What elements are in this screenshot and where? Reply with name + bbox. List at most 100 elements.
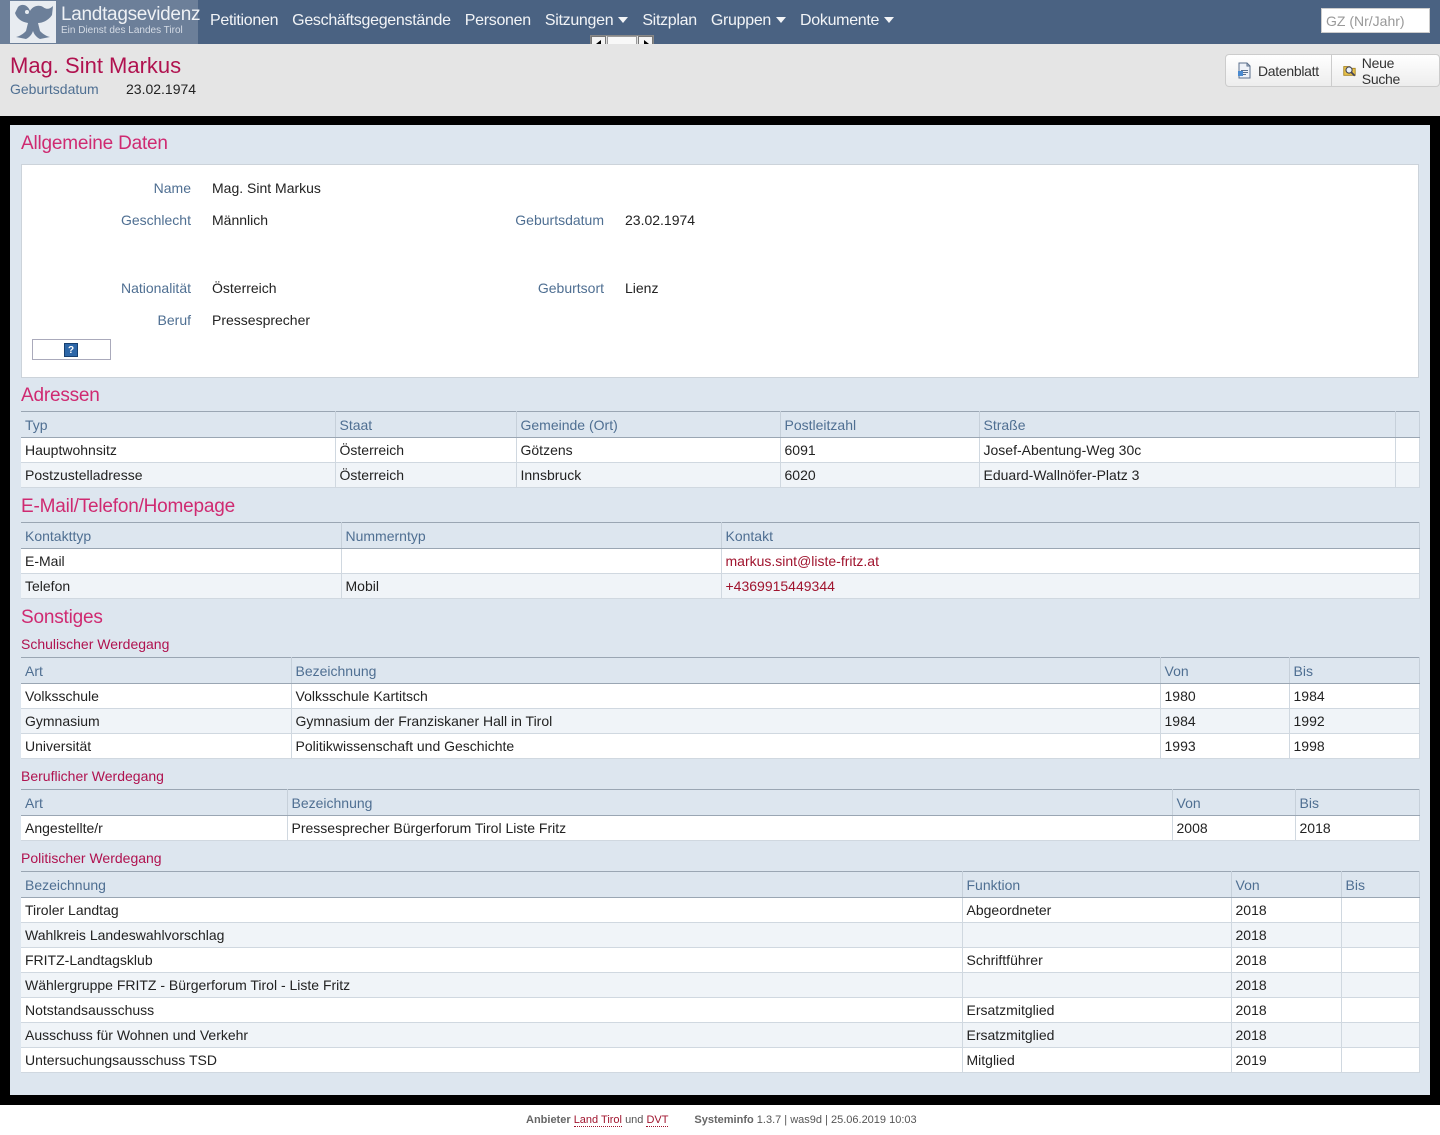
- column-header[interactable]: Kontakttyp: [21, 522, 342, 549]
- table-cell: Angestellte/r: [21, 815, 288, 841]
- column-header[interactable]: Typ: [21, 411, 336, 438]
- birthdate-label: Geburtsdatum: [10, 81, 99, 97]
- table-row[interactable]: Angestellte/r Pressesprecher Bürgerforum…: [21, 815, 1420, 841]
- column-header[interactable]: Von: [1231, 871, 1342, 898]
- phone-link[interactable]: +4369915449344: [726, 578, 835, 594]
- table-cell: 1992: [1289, 708, 1420, 734]
- section-title-contact: E-Mail/Telefon/Homepage: [21, 496, 236, 517]
- neue-suche-label: Neue Suche: [1361, 54, 1401, 87]
- table-cell: Gymnasium: [21, 708, 292, 734]
- column-header[interactable]: Art: [21, 657, 292, 684]
- nav-item-personen[interactable]: Personen: [465, 0, 531, 44]
- column-header[interactable]: Postleitzahl: [780, 411, 980, 438]
- search-icon: [1343, 66, 1356, 77]
- table-row[interactable]: Hauptwohnsitz Österreich Götzens 6091 Jo…: [21, 437, 1420, 463]
- column-header[interactable]: Bis: [1289, 657, 1420, 684]
- land-tirol-link[interactable]: Land Tirol: [573, 1114, 622, 1127]
- table-row[interactable]: FRITZ-Landtagsklub Schriftführer 2018: [21, 947, 1420, 973]
- brand[interactable]: Landtagsevidenz Ein Dienst des Landes Ti…: [0, 0, 201, 44]
- gender-value: Männlich: [212, 212, 269, 228]
- help-widget[interactable]: ?: [32, 339, 111, 360]
- section-title-general: Allgemeine Daten: [21, 133, 168, 154]
- table-cell: E-Mail: [21, 548, 342, 574]
- column-header[interactable]: Kontakt: [721, 522, 1420, 549]
- tirol-eagle-logo-icon: [10, 1, 56, 43]
- nav-item-label: Dokumente: [800, 12, 880, 29]
- nav-item-geschaeftsgegenstaende[interactable]: Geschäftsgegenstände: [292, 0, 451, 44]
- table-cell: Notstandsausschuss: [21, 997, 963, 1023]
- column-header[interactable]: Von: [1172, 789, 1296, 816]
- nav-item-petitionen[interactable]: Petitionen: [210, 0, 278, 44]
- birthdate-label-general: Geburtsdatum: [515, 212, 604, 228]
- brand-title: Landtagsevidenz: [61, 4, 201, 25]
- table-row[interactable]: Untersuchungsausschuss TSD Mitglied 2019: [21, 1047, 1420, 1073]
- nav-item-gruppen[interactable]: Gruppen: [710, 0, 787, 44]
- political-table: Bezeichnung Funktion Von Bis Tiroler Lan…: [21, 871, 1420, 1073]
- table-cell: [1341, 947, 1420, 973]
- column-header[interactable]: Art: [21, 789, 288, 816]
- table-row[interactable]: Wählergruppe FRITZ - Bürgerforum Tirol -…: [21, 972, 1420, 998]
- table-cell: Ersatzmitglied: [962, 1022, 1232, 1048]
- gz-search-input[interactable]: [1321, 8, 1430, 33]
- table-cell: 2018: [1231, 997, 1342, 1023]
- table-cell: Volksschule: [21, 683, 292, 709]
- table-cell: Ausschuss für Wohnen und Verkehr: [21, 1022, 963, 1048]
- table-cell: Ersatzmitglied: [962, 997, 1232, 1023]
- table-cell-spacer: [1395, 462, 1420, 488]
- table-row[interactable]: Volksschule Volksschule Kartitsch 1980 1…: [21, 683, 1420, 709]
- table-header-row: Bezeichnung Funktion Von Bis: [21, 871, 1420, 898]
- column-header[interactable]: Bezeichnung: [21, 871, 963, 898]
- table-row[interactable]: Ausschuss für Wohnen und Verkehr Ersatzm…: [21, 1022, 1420, 1048]
- table-cell: Wahlkreis Landeswahlvorschlag: [21, 922, 963, 948]
- table-cell: Untersuchungsausschuss TSD: [21, 1047, 963, 1073]
- school-table: Art Bezeichnung Von Bis Volksschule Volk…: [21, 657, 1420, 759]
- table-cell: Josef-Abentung-Weg 30c: [979, 437, 1396, 463]
- table-row[interactable]: E-Mail markus.sint@liste-fritz.at: [21, 548, 1420, 574]
- section-title-addresses: Adressen: [21, 385, 100, 406]
- table-cell: Pressesprecher Bürgerforum Tirol Liste F…: [287, 815, 1173, 841]
- career-table: Art Bezeichnung Von Bis Angestellte/r Pr…: [21, 789, 1420, 841]
- neue-suche-button[interactable]: Neue Suche: [1330, 54, 1439, 87]
- table-row[interactable]: Tiroler Landtag Abgeordneter 2018: [21, 897, 1420, 923]
- content-frame: Allgemeine Daten Name Mag. Sint Markus G…: [0, 116, 1440, 1105]
- table-row[interactable]: Telefon Mobil +4369915449344: [21, 573, 1420, 599]
- nav-item-label: Gruppen: [710, 12, 772, 29]
- subsection-title-political: Politischer Werdegang: [21, 850, 162, 866]
- nav-item-dokumente[interactable]: Dokumente: [800, 0, 895, 44]
- sysinfo-value: 1.3.7 | was9d | 25.06.2019 10:03: [756, 1114, 917, 1126]
- table-cell: 2019: [1231, 1047, 1342, 1073]
- nav-menu: Petitionen Geschäftsgegenstände Personen…: [210, 0, 908, 44]
- help-icon[interactable]: ?: [64, 343, 78, 357]
- contact-table: Kontakttyp Nummerntyp Kontakt E-Mail mar…: [21, 522, 1420, 599]
- column-header-spacer: [1395, 411, 1420, 438]
- table-cell: [962, 972, 1232, 998]
- column-header[interactable]: Staat: [335, 411, 517, 438]
- dvt-link[interactable]: DVT: [646, 1114, 669, 1127]
- table-cell: Volksschule Kartitsch: [291, 683, 1161, 709]
- table-row[interactable]: Postzustelladresse Österreich Innsbruck …: [21, 462, 1420, 488]
- email-link[interactable]: markus.sint@liste-fritz.at: [726, 553, 879, 569]
- column-header[interactable]: Bis: [1341, 871, 1420, 898]
- column-header[interactable]: Straße: [979, 411, 1396, 438]
- datenblatt-button[interactable]: Datenblatt: [1226, 55, 1331, 86]
- column-header[interactable]: Bis: [1295, 789, 1420, 816]
- name-value: Mag. Sint Markus: [212, 180, 321, 196]
- caret-down-icon: [776, 16, 787, 23]
- table-cell: [1341, 1047, 1420, 1073]
- table-row[interactable]: Universität Politikwissenschaft und Gesc…: [21, 733, 1420, 759]
- table-cell: [341, 548, 722, 574]
- content-panel: Allgemeine Daten Name Mag. Sint Markus G…: [10, 125, 1430, 1095]
- table-cell: 2008: [1172, 815, 1296, 841]
- table-row[interactable]: Gymnasium Gymnasium der Franziskaner Hal…: [21, 708, 1420, 734]
- sysinfo-label: Systeminfo: [694, 1114, 754, 1126]
- column-header[interactable]: Bezeichnung: [287, 789, 1173, 816]
- column-header[interactable]: Nummerntyp: [341, 522, 722, 549]
- column-header[interactable]: Von: [1160, 657, 1290, 684]
- column-header[interactable]: Gemeinde (Ort): [516, 411, 781, 438]
- table-cell: 1984: [1289, 683, 1420, 709]
- column-header[interactable]: Funktion: [962, 871, 1232, 898]
- table-row[interactable]: Wahlkreis Landeswahlvorschlag 2018: [21, 922, 1420, 948]
- table-row[interactable]: Notstandsausschuss Ersatzmitglied 2018: [21, 997, 1420, 1023]
- table-cell: Österreich: [335, 437, 517, 463]
- column-header[interactable]: Bezeichnung: [291, 657, 1161, 684]
